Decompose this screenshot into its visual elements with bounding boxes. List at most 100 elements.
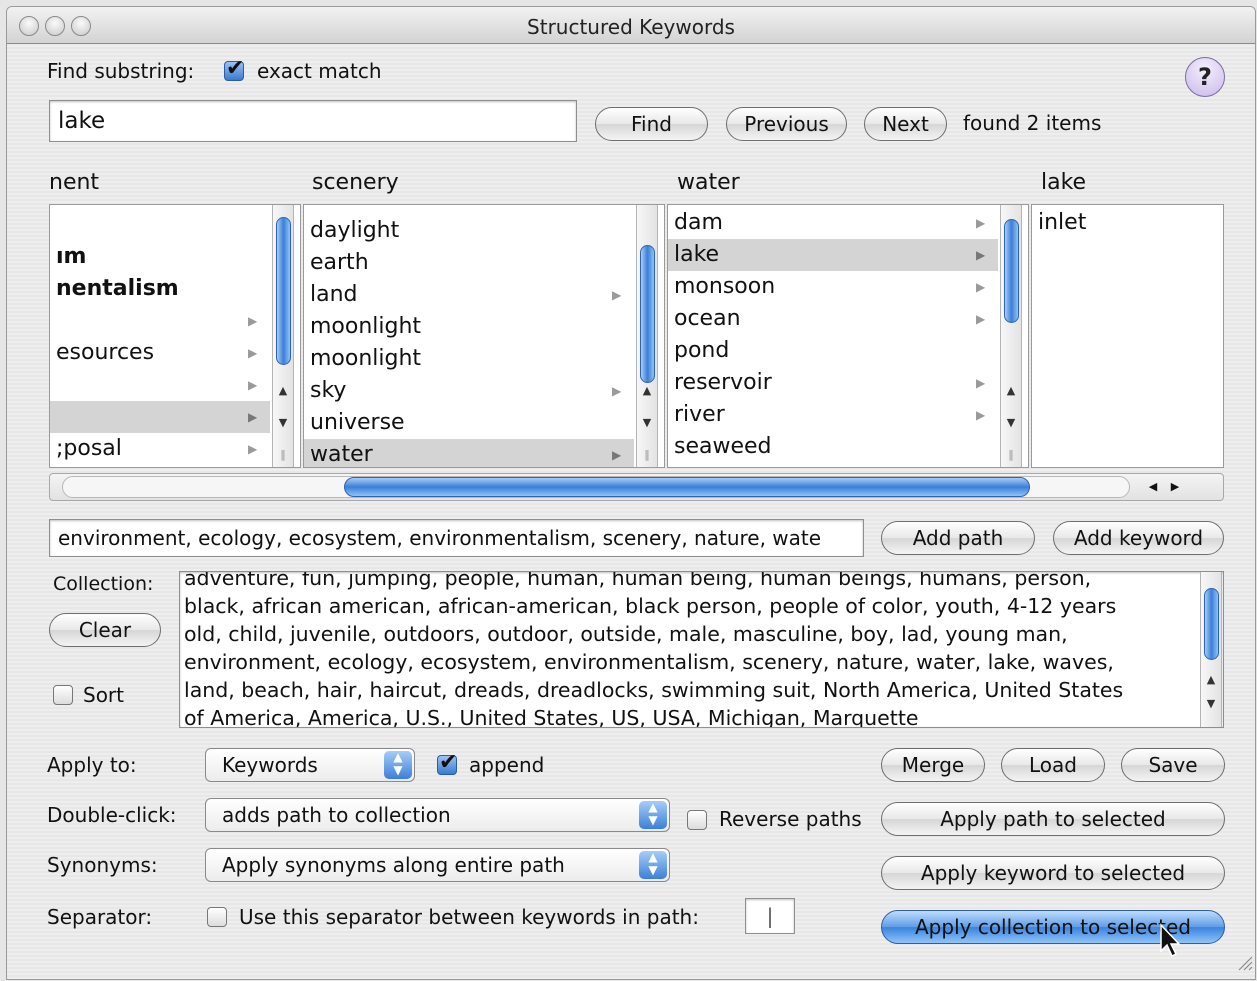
collection-line: land, beach, hair, haircut, dreads, drea…	[184, 678, 1124, 702]
browser-column-3[interactable]: dam ▶ lake ▶ monsoon ▶ ocean ▶ pond reservoi…	[667, 204, 1029, 468]
separator-field[interactable]: |	[745, 898, 795, 934]
list-item-selected[interactable]: lake ▶	[668, 239, 998, 271]
resize-handle-icon[interactable]: ‖	[637, 447, 657, 463]
separator-checkbox[interactable]	[207, 907, 227, 927]
list-item[interactable]: sky ▶	[304, 375, 664, 407]
list-item-label: river	[674, 402, 725, 427]
reverse-paths-checkbox[interactable]	[687, 810, 707, 830]
synonyms-popup[interactable]: Apply synonyms along entire path ▲ ▼	[205, 848, 670, 882]
list-item[interactable]: reservoir ▶	[668, 367, 1028, 399]
scroll-up-icon[interactable]: ▲	[637, 383, 657, 399]
list-item[interactable]: inlet	[1032, 207, 1223, 239]
help-button[interactable]: ?	[1185, 57, 1225, 97]
previous-button[interactable]: Previous	[726, 107, 847, 141]
submenu-arrow-icon: ▶	[612, 448, 622, 462]
list-item[interactable]: river ▶	[668, 399, 1028, 431]
list-item[interactable]: monsoon ▶	[668, 271, 1028, 303]
scroll-up-icon[interactable]: ▲	[1201, 672, 1221, 688]
scroll-thumb[interactable]	[276, 217, 291, 365]
apply-path-to-selected-button[interactable]: Apply path to selected	[881, 802, 1225, 836]
append-checkbox[interactable]	[437, 750, 457, 775]
submenu-arrow-icon: ▶	[976, 248, 986, 262]
collection-text-area[interactable]: adventure, fun, jumping, people, human, …	[179, 571, 1224, 728]
append-label: append	[469, 753, 545, 777]
path-field[interactable]: environment, ecology, ecosystem, environ…	[49, 519, 864, 557]
submenu-arrow-icon: ▶	[976, 280, 986, 294]
list-item-label: lake	[674, 242, 720, 267]
list-item[interactable]: pond	[668, 335, 1028, 367]
add-keyword-button[interactable]: Add keyword	[1053, 521, 1224, 555]
popup-stepper-icon: ▲ ▼	[384, 751, 412, 779]
scroll-thumb[interactable]	[344, 477, 1030, 497]
browser-column-2[interactable]: daylight earth land ▶ moonlight moonlight…	[303, 204, 665, 468]
scroll-left-icon[interactable]: ◀	[1144, 478, 1162, 496]
list-item-label: universe	[310, 410, 405, 435]
scroll-up-icon[interactable]: ▲	[1001, 383, 1021, 399]
list-item[interactable]: ocean ▶	[668, 303, 1028, 335]
scroll-down-icon[interactable]: ▼	[1001, 415, 1021, 431]
list-item[interactable]: ▶	[50, 369, 300, 401]
popup-stepper-icon: ▲ ▼	[639, 851, 667, 879]
scroll-thumb[interactable]	[640, 245, 655, 383]
list-item[interactable]	[50, 211, 300, 243]
list-item-label: ocean	[674, 306, 741, 331]
find-button[interactable]: Find	[595, 107, 708, 141]
list-item-label: reservoir	[674, 370, 772, 395]
browser-column-4[interactable]: inlet	[1031, 204, 1224, 468]
exact-match-checkbox[interactable]	[224, 56, 244, 81]
list-item-selected[interactable]: ▶	[50, 401, 270, 433]
save-button[interactable]: Save	[1121, 748, 1225, 782]
load-button[interactable]: Load	[1001, 748, 1105, 782]
sort-checkbox[interactable]	[53, 685, 73, 705]
merge-button[interactable]: Merge	[881, 748, 985, 782]
list-item-label: ;posal	[56, 436, 122, 461]
add-path-button[interactable]: Add path	[881, 521, 1035, 555]
double-click-popup[interactable]: adds path to collection ▲ ▼	[205, 798, 670, 832]
popup-stepper-icon: ▲ ▼	[639, 801, 667, 829]
list-item[interactable]: ▶	[50, 305, 300, 337]
browser-horizontal-scrollbar[interactable]: ◀ ▶	[49, 473, 1224, 501]
column-header-2: scenery	[312, 170, 399, 195]
list-item[interactable]: universe	[304, 407, 664, 439]
scroll-right-icon[interactable]: ▶	[1166, 478, 1184, 496]
apply-to-popup[interactable]: Keywords ▲ ▼	[205, 748, 415, 782]
list-item[interactable]: daylight	[304, 215, 664, 247]
resize-handle-icon[interactable]: ‖	[1001, 447, 1021, 463]
scroll-thumb[interactable]	[1204, 588, 1219, 660]
list-item[interactable]: nentalism	[50, 273, 300, 305]
list-item[interactable]: seaweed	[668, 431, 1028, 463]
list-item[interactable]: moonlight	[304, 311, 664, 343]
next-button[interactable]: Next	[864, 107, 947, 141]
list-item[interactable]: land ▶	[304, 279, 664, 311]
clear-button[interactable]: Clear	[49, 613, 161, 647]
resize-handle-icon[interactable]: ‖	[273, 447, 293, 463]
collection-scrollbar[interactable]: ▲ ▼	[1200, 572, 1222, 727]
submenu-arrow-icon: ▶	[248, 442, 258, 456]
list-item[interactable]: ;posal ▶	[50, 433, 300, 465]
scroll-up-icon[interactable]: ▲	[273, 383, 293, 399]
scroll-down-icon[interactable]: ▼	[1201, 696, 1221, 712]
submenu-arrow-icon: ▶	[976, 216, 986, 230]
list-item[interactable]: earth	[304, 247, 664, 279]
separator-label: Separator:	[47, 905, 153, 929]
list-item[interactable]: ım	[50, 241, 300, 273]
list-item[interactable]: esources ▶	[50, 337, 300, 369]
search-input[interactable]: lake	[49, 100, 577, 142]
structured-keywords-window: Structured Keywords Find substring: exac…	[6, 6, 1256, 980]
column-2-scrollbar[interactable]: ▲ ▼ ‖	[636, 205, 658, 467]
list-item-label: moonlight	[310, 314, 422, 339]
list-item[interactable]: dam ▶	[668, 207, 1028, 239]
scroll-down-icon[interactable]: ▼	[637, 415, 657, 431]
find-status: found 2 items	[963, 111, 1102, 135]
scroll-down-icon[interactable]: ▼	[273, 415, 293, 431]
scroll-thumb[interactable]	[1004, 219, 1019, 323]
column-3-scrollbar[interactable]: ▲ ▼ ‖	[1000, 205, 1022, 467]
resize-grip-icon[interactable]	[1235, 953, 1253, 971]
list-item-label: esources	[56, 340, 155, 365]
list-item[interactable]: moonlight	[304, 343, 664, 375]
title-bar: Structured Keywords	[7, 7, 1255, 44]
browser-column-1[interactable]: ım nentalism ▶ esources ▶ ▶ ▶ ;posal ▶ ▲ ▼…	[49, 204, 301, 468]
list-item-selected[interactable]: water ▶	[304, 439, 634, 467]
column-1-scrollbar[interactable]: ▲ ▼ ‖	[272, 205, 294, 467]
apply-keyword-to-selected-button[interactable]: Apply keyword to selected	[881, 856, 1225, 890]
